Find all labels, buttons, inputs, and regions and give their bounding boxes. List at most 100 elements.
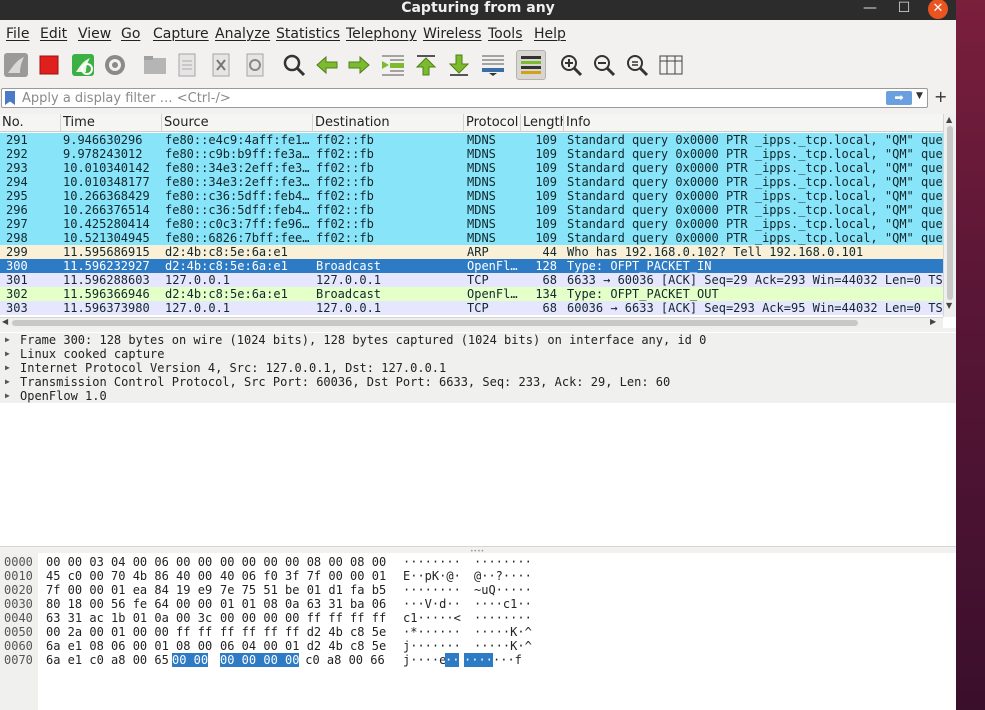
display-filter-input[interactable] xyxy=(22,89,882,107)
packet-row[interactable]: 294 10.010348177 fe80::34e3:2eff:fe3… ff02:… xyxy=(0,175,943,189)
byte-row[interactable]: 0020 7f 00 00 01 ea 84 19 e9 7e 75 51 be 0… xyxy=(0,583,956,597)
go-last-icon[interactable] xyxy=(444,50,474,80)
packet-row[interactable]: 302 11.596366946 d2:4b:c8:5e:6a:e1 Broadcas… xyxy=(0,287,943,301)
add-filter-button[interactable]: + xyxy=(934,89,947,105)
expand-triangle-icon[interactable]: ▶ xyxy=(5,361,10,375)
packet-protocol: MDNS xyxy=(467,175,496,189)
bookmark-icon[interactable] xyxy=(5,91,15,105)
menu-telephony[interactable]: Telephony xyxy=(346,26,417,42)
menu-analyze[interactable]: Analyze xyxy=(215,26,270,42)
detail-ipv4[interactable]: ▶ Internet Protocol Version 4, Src: 127.… xyxy=(0,361,956,375)
packet-row[interactable]: 301 11.596288603 127.0.0.1 127.0.0.1 TCP 68 66… xyxy=(0,273,943,287)
menu-tools[interactable]: Tools xyxy=(488,26,523,42)
packet-list-vertical-scrollbar[interactable]: ▲ ▼ xyxy=(943,114,956,317)
zoom-normal-icon[interactable] xyxy=(622,50,652,80)
scrollbar-thumb[interactable] xyxy=(947,126,953,300)
byte-row[interactable]: 0000 00 00 03 04 00 06 00 00 00 00 00 00 0… xyxy=(0,555,956,569)
packet-protocol: OpenFl… xyxy=(467,259,518,273)
column-header-destination[interactable]: Destination xyxy=(313,114,464,132)
stop-capture-icon[interactable] xyxy=(34,50,64,80)
menu-statistics[interactable]: Statistics xyxy=(276,26,340,42)
menu-file[interactable]: File xyxy=(6,26,29,42)
byte-row[interactable]: 0040 63 31 ac 1b 01 0a 00 3c 00 00 00 00 f… xyxy=(0,611,956,625)
scroll-right-icon[interactable]: ▶ xyxy=(930,317,936,326)
find-packet-icon[interactable] xyxy=(279,50,309,80)
scroll-up-icon[interactable]: ▲ xyxy=(946,115,952,124)
hex-bytes: 63 31 ac 1b 01 0a 00 3c xyxy=(46,611,213,625)
expand-triangle-icon[interactable]: ▶ xyxy=(5,333,10,347)
go-back-icon[interactable] xyxy=(312,50,342,80)
column-header-source[interactable]: Source xyxy=(162,114,313,132)
packet-length: 68 xyxy=(542,301,557,315)
zoom-in-icon[interactable] xyxy=(556,50,586,80)
hex-bytes: 00 00 00 00 ff ff ff ff xyxy=(220,611,387,625)
packet-info: Standard query 0x0000 PTR _ipps._tcp.loc… xyxy=(567,161,943,175)
packet-info: Standard query 0x0000 PTR _ipps._tcp.loc… xyxy=(567,133,943,147)
close-button[interactable]: ✕ xyxy=(928,0,948,19)
resize-columns-icon[interactable] xyxy=(656,50,686,80)
scroll-down-icon[interactable]: ▼ xyxy=(946,301,952,310)
zoom-out-icon[interactable] xyxy=(589,50,619,80)
apply-filter-icon[interactable]: ➡ xyxy=(886,91,912,105)
pane-splitter[interactable]: •••• xyxy=(0,546,956,555)
menu-view[interactable]: View xyxy=(78,26,111,42)
minimize-button[interactable]: — xyxy=(859,0,881,18)
byte-row[interactable]: 0050 00 2a 00 01 00 00 ff ff ff ff ff ff d… xyxy=(0,625,956,639)
packet-row[interactable]: 298 10.521304945 fe80::6826:7bff:fee… ff02:… xyxy=(0,231,943,245)
ascii-bytes: ····c1·· xyxy=(474,597,532,611)
detail-tcp[interactable]: ▶ Transmission Control Protocol, Src Por… xyxy=(0,375,956,389)
column-header-time[interactable]: Time xyxy=(61,114,162,132)
scroll-left-icon[interactable]: ◀ xyxy=(2,317,8,326)
go-to-packet-icon[interactable] xyxy=(378,50,408,80)
detail-openflow[interactable]: ▶ OpenFlow 1.0 xyxy=(0,389,956,403)
autoscroll-icon[interactable] xyxy=(478,50,508,80)
shark-fin-start-icon[interactable] xyxy=(1,50,31,80)
packet-info: Standard query 0x0000 PTR _ipps._tcp.loc… xyxy=(567,175,943,189)
go-forward-icon[interactable] xyxy=(344,50,374,80)
chevron-down-icon[interactable]: ▼ xyxy=(916,91,923,101)
packet-row[interactable]: 300 11.596232927 d2:4b:c8:5e:6a:e1 Broadcas… xyxy=(0,259,943,273)
packet-row[interactable]: 299 11.595686915 d2:4b:c8:5e:6a:e1 ARP 44 Who… xyxy=(0,245,943,259)
byte-row[interactable]: 0070 6a e1 c0 a8 00 65 00 00 00 00 00 00 c… xyxy=(0,653,956,667)
menu-edit[interactable]: Edit xyxy=(40,26,67,42)
packet-list-horizontal-scrollbar[interactable]: ◀ ▶ xyxy=(0,317,943,328)
packet-info: 60036 → 6633 [ACK] Seq=293 Ack=95 Win=44… xyxy=(567,301,943,315)
detail-linux-cooked-capture[interactable]: ▶ Linux cooked capture xyxy=(0,347,956,361)
packet-row[interactable]: 296 10.266376514 fe80::c36:5dff:feb4… ff02:… xyxy=(0,203,943,217)
reload-file-icon[interactable] xyxy=(240,50,270,80)
detail-frame[interactable]: ▶ Frame 300: 128 bytes on wire (1024 bit… xyxy=(0,333,956,347)
menu-help[interactable]: Help xyxy=(534,26,566,42)
packet-row[interactable]: 295 10.266368429 fe80::c36:5dff:feb4… ff02:… xyxy=(0,189,943,203)
byte-row[interactable]: 0030 80 18 00 56 fe 64 00 00 01 01 08 0a 6… xyxy=(0,597,956,611)
byte-row[interactable]: 0010 45 c0 00 70 4b 86 40 00 40 06 f0 3f 7… xyxy=(0,569,956,583)
menu-capture[interactable]: Capture xyxy=(153,26,209,42)
byte-row[interactable]: 0060 6a e1 08 06 00 01 08 00 06 04 00 01 d… xyxy=(0,639,956,653)
hex-bytes-highlighted: 00 00 00 00 xyxy=(220,653,300,667)
capture-options-icon[interactable] xyxy=(100,50,130,80)
scrollbar-thumb[interactable] xyxy=(12,320,858,326)
column-header-length[interactable]: Length xyxy=(521,114,564,132)
open-file-icon[interactable] xyxy=(140,50,170,80)
go-first-icon[interactable] xyxy=(411,50,441,80)
column-header-no[interactable]: No. xyxy=(0,114,61,132)
menu-wireless[interactable]: Wireless xyxy=(423,26,482,42)
hex-bytes: 40 06 f0 3f 7f 00 00 01 xyxy=(220,569,387,583)
restart-capture-icon[interactable] xyxy=(68,50,98,80)
save-file-icon[interactable] xyxy=(172,50,202,80)
menu-go[interactable]: Go xyxy=(121,26,140,42)
expand-triangle-icon[interactable]: ▶ xyxy=(5,347,10,361)
column-header-protocol[interactable]: Protocol xyxy=(464,114,521,132)
expand-triangle-icon[interactable]: ▶ xyxy=(5,389,10,403)
maximize-button[interactable]: ☐ xyxy=(893,0,915,18)
packet-row[interactable]: 292 9.978243012 fe80::c9b:b9ff:fe3a… ff02::… xyxy=(0,147,943,161)
packet-row[interactable]: 291 9.946630296 fe80::e4c9:4aff:fe1… ff02::… xyxy=(0,133,943,147)
packet-row[interactable]: 297 10.425280414 fe80::c0c3:7ff:fe96… ff02:… xyxy=(0,217,943,231)
close-file-icon[interactable] xyxy=(206,50,236,80)
window-title: Capturing from any xyxy=(401,0,555,16)
column-header-info[interactable]: Info xyxy=(564,114,943,132)
colorize-icon[interactable] xyxy=(516,50,546,80)
packet-protocol: MDNS xyxy=(467,161,496,175)
packet-row[interactable]: 303 11.596373980 127.0.0.1 127.0.0.1 TCP 68 60… xyxy=(0,301,943,315)
expand-triangle-icon[interactable]: ▶ xyxy=(5,375,10,389)
packet-row[interactable]: 293 10.010340142 fe80::34e3:2eff:fe3… ff02:… xyxy=(0,161,943,175)
